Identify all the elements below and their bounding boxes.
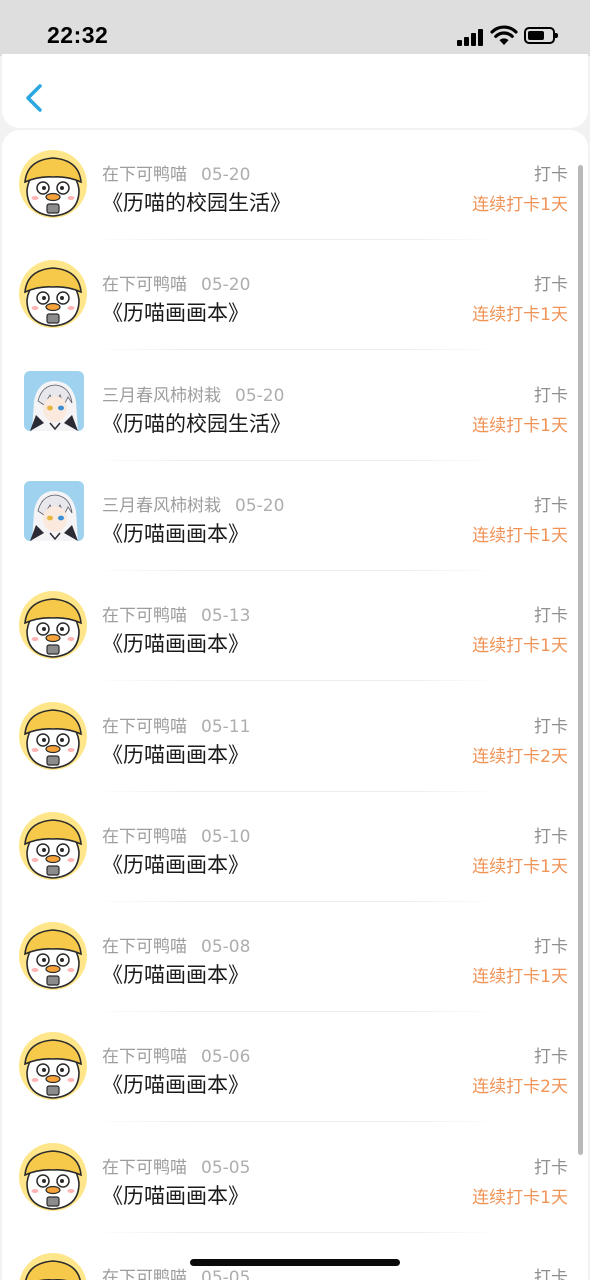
checkin-date: 05-20 <box>201 165 251 185</box>
duck-avatar[interactable] <box>19 1032 87 1100</box>
username[interactable]: 在下可鸭喵 <box>102 275 187 295</box>
username[interactable]: 在下可鸭喵 <box>102 717 187 737</box>
streak-label: 连续打卡2天 <box>472 1077 568 1098</box>
checkin-row[interactable]: 在下可鸭喵 05-05 《历喵画画本》 打卡连续打卡1天 <box>2 1123 588 1233</box>
streak-label: 连续打卡1天 <box>472 415 568 436</box>
user-meta: 在下可鸭喵 05-20 <box>102 270 250 295</box>
duck-avatar[interactable] <box>19 260 87 328</box>
nav-bar <box>2 54 588 128</box>
book-title: 《历喵画画本》 <box>102 1183 249 1208</box>
checkin-row[interactable]: 在下可鸭喵 05-10 《历喵画画本》 打卡连续打卡1天 <box>2 792 588 902</box>
checkin-row[interactable]: 在下可鸭喵 05-13 《历喵画画本》 打卡连续打卡1天 <box>2 571 588 682</box>
checkin-date: 05-11 <box>201 716 251 737</box>
checkin-date: 05-20 <box>201 275 251 296</box>
home-indicator[interactable] <box>190 1259 400 1266</box>
checkin-tag: 打卡 <box>534 495 568 516</box>
duck-avatar[interactable] <box>19 150 87 218</box>
book-title: 《历喵的校园生活》 <box>102 191 291 215</box>
user-meta: 在下可鸭喵 05-05 <box>102 1153 250 1178</box>
duck-avatar[interactable] <box>19 812 87 880</box>
streak-label: 连续打卡1天 <box>472 525 568 546</box>
book-title: 《历喵画画本》 <box>102 1073 249 1098</box>
duck-avatar[interactable] <box>19 922 87 990</box>
streak-label: 连续打卡1天 <box>472 856 568 877</box>
status-bar: 22:32 <box>0 0 590 56</box>
checkin-date: 05-13 <box>201 606 251 627</box>
checkin-date: 05-08 <box>201 937 251 958</box>
user-meta: 三月春风柿树栽 05-20 <box>102 491 284 516</box>
checkin-tag: 打卡 <box>534 1268 568 1280</box>
username[interactable]: 三月春风柿树栽 <box>102 386 221 406</box>
streak-label: 连续打卡1天 <box>472 967 568 988</box>
checkin-row[interactable]: 在下可鸭喵 05-20 《历喵画画本》 打卡连续打卡1天 <box>2 240 588 351</box>
user-meta: 在下可鸭喵 05-08 <box>102 932 250 957</box>
checkin-row[interactable]: 在下可鸭喵 05-20 《历喵的校园生活》 打卡连续打卡1天 <box>2 130 588 240</box>
duck-avatar[interactable] <box>19 702 87 770</box>
checkin-date: 05-05 <box>201 1157 251 1178</box>
anime-avatar[interactable] <box>24 371 84 431</box>
user-meta: 在下可鸭喵 05-06 <box>102 1042 250 1067</box>
checkin-tag: 打卡 <box>534 606 568 627</box>
chevron-left-icon[interactable] <box>20 80 52 116</box>
streak-label: 连续打卡1天 <box>472 636 568 657</box>
username[interactable]: 在下可鸭喵 <box>102 165 187 185</box>
streak-label: 连续打卡2天 <box>472 746 568 767</box>
book-title: 《历喵画画本》 <box>102 632 249 657</box>
user-meta: 在下可鸭喵 05-11 <box>102 712 250 737</box>
book-title: 《历喵画画本》 <box>102 521 249 546</box>
checkin-row[interactable]: 在下可鸭喵 05-11 《历喵画画本》 打卡连续打卡2天 <box>2 682 588 792</box>
book-title: 《历喵画画本》 <box>102 742 249 767</box>
checkin-row[interactable]: 三月春风柿树栽 05-20 《历喵画画本》 打卡连续打卡1天 <box>2 461 588 571</box>
username[interactable]: 在下可鸭喵 <box>102 606 187 626</box>
checkin-tag: 打卡 <box>534 937 568 958</box>
checkin-tag: 打卡 <box>534 165 568 185</box>
duck-avatar[interactable] <box>19 1253 87 1280</box>
checkin-tag: 打卡 <box>534 1047 568 1068</box>
status-time: 22:32 <box>47 22 109 48</box>
username[interactable]: 在下可鸭喵 <box>102 1268 187 1280</box>
book-title: 《历喵画画本》 <box>102 963 249 988</box>
checkin-row[interactable]: 在下可鸭喵 05-08 《历喵画画本》 打卡连续打卡1天 <box>2 902 588 1013</box>
checkin-tag: 打卡 <box>534 385 568 406</box>
checkin-list: 在下可鸭喵 05-20 《历喵的校园生活》 打卡 连续打卡1天 在下可鸭喵 05-20 《历喵… <box>2 130 588 1280</box>
user-meta: 在下可鸭喵 05-20 <box>102 160 250 185</box>
checkin-date: 05-05 <box>201 1268 251 1280</box>
checkin-date: 05-20 <box>235 495 285 516</box>
checkin-date: 05-06 <box>201 1047 251 1068</box>
username[interactable]: 在下可鸭喵 <box>102 827 187 847</box>
checkin-tag: 打卡 <box>534 1157 568 1178</box>
username[interactable]: 在下可鸭喵 <box>102 1158 187 1178</box>
username[interactable]: 三月春风柿树栽 <box>102 496 221 516</box>
duck-avatar[interactable] <box>19 591 87 659</box>
duck-avatar[interactable] <box>19 1143 87 1211</box>
streak-label: 连续打卡1天 <box>472 1187 568 1208</box>
checkin-row[interactable]: 在下可鸭喵 05-05 打卡 <box>2 1233 588 1280</box>
book-title: 《历喵画画本》 <box>102 852 249 877</box>
checkin-row[interactable]: 三月春风柿树栽 05-20 《历喵的校园生活》 打卡连续打卡1天 <box>2 351 588 461</box>
cellular-signal-icon <box>457 28 485 46</box>
username[interactable]: 在下可鸭喵 <box>102 1047 187 1067</box>
checkin-row[interactable]: 在下可鸭喵 05-06 《历喵画画本》 打卡连续打卡2天 <box>2 1012 588 1123</box>
streak-label: 连续打卡1天 <box>472 305 568 326</box>
checkin-date: 05-20 <box>235 385 285 406</box>
battery-icon <box>524 27 558 44</box>
scrollbar[interactable] <box>578 165 583 1155</box>
checkin-tag: 打卡 <box>534 275 568 296</box>
book-title: 《历喵的校园生活》 <box>102 411 291 436</box>
user-meta: 在下可鸭喵 05-13 <box>102 601 250 626</box>
checkin-date: 05-10 <box>201 826 251 847</box>
user-meta: 在下可鸭喵 05-10 <box>102 822 250 847</box>
book-title: 《历喵画画本》 <box>102 301 249 326</box>
user-meta: 三月春风柿树栽 05-20 <box>102 381 284 406</box>
username[interactable]: 在下可鸭喵 <box>102 937 187 957</box>
wifi-icon <box>490 25 518 45</box>
checkin-tag: 打卡 <box>534 826 568 847</box>
streak-label: 连续打卡1天 <box>472 195 568 215</box>
anime-avatar[interactable] <box>24 481 84 541</box>
checkin-tag: 打卡 <box>534 716 568 737</box>
